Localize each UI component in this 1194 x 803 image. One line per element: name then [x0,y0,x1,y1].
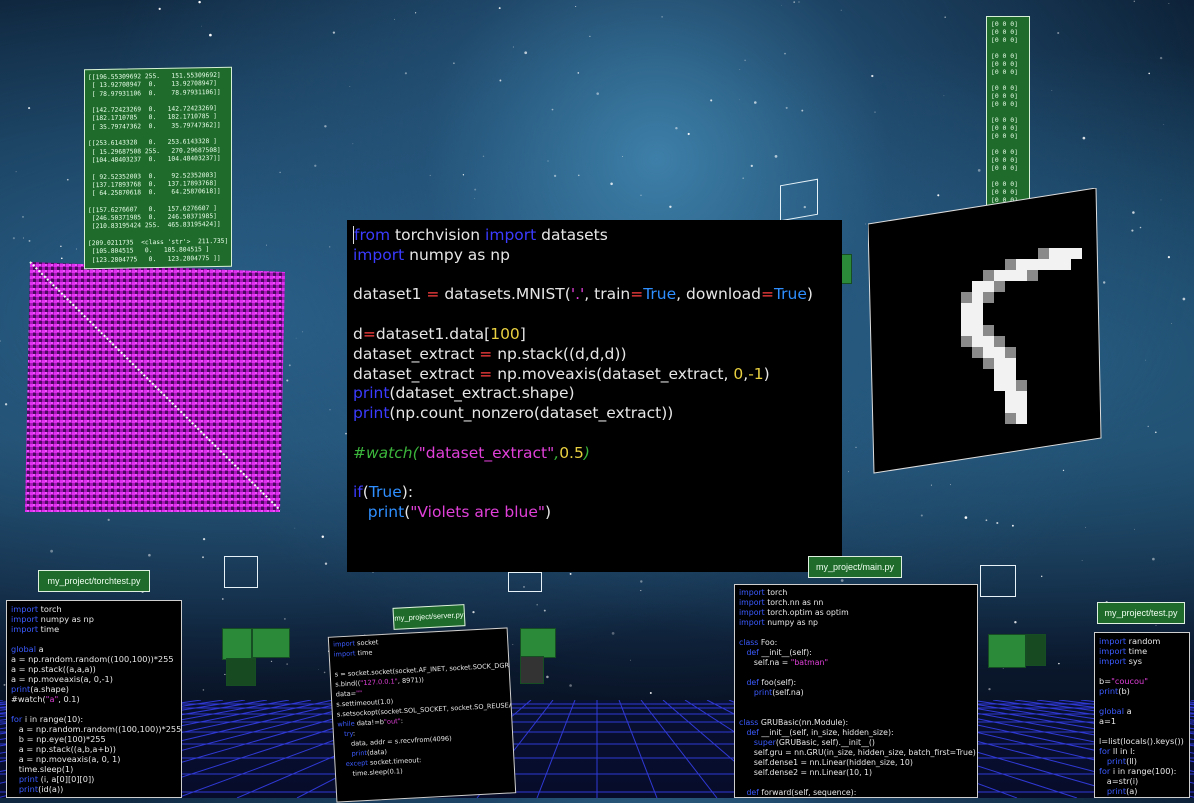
code-line: def __init__(self, in_size, hidden_size)… [746,728,894,737]
code-line: def forward(self, sequence): [746,788,857,797]
file-code-test[interactable]: import random import time import sys b="cou… [1094,632,1190,798]
code-line: dataset1 = datasets.MNIST('.', train=Tru… [353,285,813,304]
code-line: class Foo: [739,638,778,647]
code-line: b="coucou" [1099,676,1148,686]
file-tab-main[interactable]: my_project/main.py [808,556,902,578]
code-line: import torch [739,588,788,597]
wireframe-cube [780,178,818,222]
file-tab-torchtest[interactable]: my_project/torchtest.py [38,570,150,592]
code-line: print (i, a[0][0][0]) [18,774,95,784]
code-line: print(b) [1099,686,1130,696]
green-block [520,628,556,658]
code-line: print(a) [1106,786,1138,796]
code-editor[interactable]: from torchvision import datasets import … [347,220,842,572]
code-line: import random [1099,636,1161,646]
code-line: dataset_extract = np.moveaxis(dataset_ex… [353,364,770,383]
code-line: self.dense2 = nn.Linear(10, 1) [739,768,873,777]
code-line: l=list(locals().keys()) [1099,736,1184,746]
code-line: global a [1099,706,1132,716]
mnist-digit-image [868,188,1102,474]
code-line: a=1 [1099,716,1117,726]
file-code-server[interactable]: import socket import time s = socket.socke… [327,627,517,803]
code-line: import torch.optim as optim [739,608,849,617]
green-block [1026,634,1046,666]
code-line: import numpy as np [353,245,510,264]
code-line: a = np.moveaxis(a, 0,-1) [11,674,113,684]
code-line: print(ll) [1106,756,1138,766]
file-tab-test[interactable]: my_project/test.py [1097,602,1185,624]
green-block [520,656,544,684]
code-line: dataset_extract = np.stack((d,d,d)) [353,344,627,363]
matrix-output-panel: [[196.55309692 255. 151.55309692] [ 13.9… [84,66,232,270]
code-line: self.gru = nn.GRU(in_size, hidden_size, … [739,748,976,757]
code-line: import numpy as np [11,614,94,624]
code-line: print(dataset_extract.shape) [353,384,575,403]
code-line: print(id(a)) [18,784,64,794]
file-code-torchtest[interactable]: import torch import numpy as np import tim… [6,600,182,798]
code-line: self.dense1 = nn.Linear(hidden_size, 10) [739,758,913,767]
green-block [222,628,252,660]
code-line: d=dataset1.data[100] [353,324,526,343]
code-line: self.na = "batman" [739,658,829,667]
code-line: from torchvision import datasets [353,226,608,244]
code-line: for i in range(100): [1099,766,1177,776]
code-line: print(np.count_nonzero(dataset_extract)) [353,404,674,423]
code-line: a = np.stack((a,b,a+b)) [11,744,116,754]
code-line: if(True): [353,483,414,502]
code-line: a = np.moveaxis(a, 0, 1) [11,754,121,764]
green-block [226,658,256,686]
green-block [988,634,1026,668]
code-line: global a [11,644,44,654]
code-line: import numpy as np [739,618,818,627]
code-line: a=str(i) [1099,776,1139,786]
code-line: import torch.nn as nn [739,598,824,607]
code-line: #watch("dataset_extract",0.5) [353,443,590,462]
code-line: for i in range(10): [11,714,84,724]
wireframe-cube [508,572,542,592]
code-line: super(GRUBasic, self).__init__() [753,738,875,747]
file-tab-server[interactable]: my_project/server.py [392,604,466,630]
wireframe-cube [224,556,258,588]
code-line: a = np.stack((a,a,a)) [11,664,96,674]
wireframe-cube [980,565,1016,597]
code-line: def foo(self): [746,678,797,687]
code-line: class GRUBasic(nn.Module): [739,718,849,727]
code-line: a = np.random.random((100,100))*255 [11,724,182,734]
code-line: import torch [11,604,62,614]
code-line: print(a.shape) [11,684,69,694]
green-block [252,628,290,658]
bits-output-text: [0 0 0] [0 0 0] [0 0 0] [0 0 0] [0 0 0] … [991,20,1018,204]
code-line: print("Violets are blue") [367,503,552,522]
code-line: b = np.eye(100)*255 [11,734,106,744]
code-line: print(self.na) [753,688,804,697]
code-line: import time [11,624,60,634]
bits-output-panel: [0 0 0] [0 0 0] [0 0 0] [0 0 0] [0 0 0] … [986,16,1030,208]
code-line: def __init__(self): [746,648,812,657]
code-line: for ll in l: [1099,746,1136,756]
code-line: import sys [1099,656,1143,666]
file-code-main[interactable]: import torch import torch.nn as nn import … [734,584,978,798]
code-line: #watch("a", 0.1) [11,694,80,704]
code-line: a = np.random.random((100,100))*255 [11,654,174,664]
code-line: import time [1099,646,1148,656]
matrix-output-text: [[196.55309692 255. 151.55309692] [ 13.9… [88,71,229,264]
code-line: time.sleep(1) [11,764,74,774]
